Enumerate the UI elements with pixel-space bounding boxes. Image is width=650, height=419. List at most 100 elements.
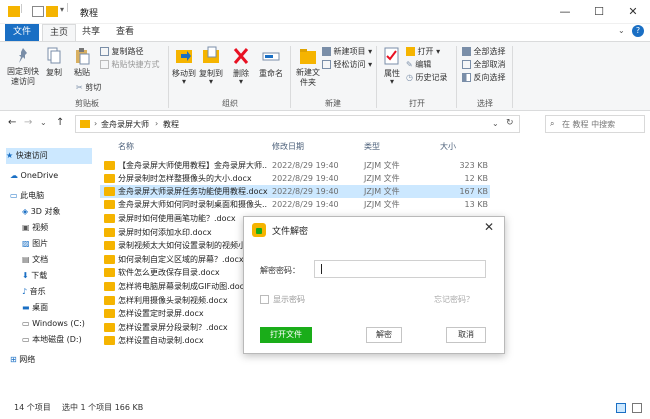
file-type: JZJM 文件	[364, 187, 400, 196]
file-row[interactable]: 【金舟录屏大师使用教程】金舟录屏大师... 2022/8/29 19:40 JZ…	[100, 159, 490, 172]
delete-button[interactable]: 删除 ▾	[230, 46, 252, 86]
large-icons-view-icon[interactable]	[632, 403, 642, 413]
search-input[interactable]: 在 教程 中搜索	[562, 119, 615, 130]
nav-item-quick-access[interactable]: ★ 快速访问	[6, 148, 92, 164]
divider	[168, 46, 169, 108]
nav-item-music[interactable]: ♪ 音乐	[22, 284, 46, 300]
title-bar: | ▾ | 教程 — ☐ ✕	[0, 0, 650, 24]
help-icon[interactable]: ?	[632, 25, 644, 37]
nav-item-network[interactable]: ⊞ 网络	[10, 352, 35, 368]
file-row-selected[interactable]: 金舟录屏大师录屏任务功能使用教程.docx 2022/8/29 19:40 JZ…	[100, 185, 490, 198]
invert-selection-button[interactable]: 反向选择	[462, 72, 506, 83]
show-password-checkbox[interactable]	[260, 295, 269, 304]
breadcrumb-item[interactable]: 教程	[163, 119, 179, 130]
nav-item-downloads[interactable]: ⬇ 下载	[22, 268, 47, 284]
nav-item-desktop[interactable]: ▬ 桌面	[22, 300, 48, 316]
search-box[interactable]: ⌕ 在 教程 中搜索	[545, 115, 645, 133]
new-folder-button[interactable]: 新建文件夹	[293, 46, 323, 88]
decrypt-button[interactable]: 解密	[366, 327, 402, 343]
chevron-down-icon: ▾	[181, 77, 186, 86]
open-file-button[interactable]: 打开文件	[260, 327, 312, 343]
file-row[interactable]: 金舟录屏大师如何同时录制桌面和摄像头... 2022/8/29 19:40 JZ…	[100, 198, 490, 211]
copy-path-label: 复制路径	[111, 47, 144, 56]
address-bar[interactable]: › 金舟录屏大师 › 教程 ⌄ ↻	[75, 115, 520, 133]
nav-item-documents[interactable]: ▤ 文档	[22, 252, 48, 268]
refresh-icon[interactable]: ↻	[506, 118, 514, 128]
nav-item-this-pc[interactable]: ▭ 此电脑	[10, 188, 44, 204]
select-none-button[interactable]: 全部取消	[462, 59, 506, 70]
cut-label: 剪切	[85, 83, 102, 92]
cancel-button[interactable]: 取消	[446, 327, 486, 343]
new-item-button[interactable]: 新建项目 ▾	[322, 46, 372, 57]
show-password-label: 显示密码	[273, 295, 305, 304]
tab-home[interactable]: 主页	[42, 24, 76, 41]
chevron-down-icon: ▾	[389, 77, 394, 86]
copy-button[interactable]: 复制	[42, 47, 66, 78]
properties-icon[interactable]	[32, 6, 44, 17]
tab-view[interactable]: 查看	[108, 24, 142, 41]
pin-button[interactable]: 固定到快速访问	[6, 47, 40, 87]
copy-to-button[interactable]: 复制到 ▾	[198, 46, 224, 86]
open-group-label: 打开	[409, 99, 425, 108]
nav-item-onedrive[interactable]: ☁ OneDrive	[10, 168, 58, 184]
new-folder-icon[interactable]	[46, 6, 58, 17]
up-button[interactable]: ↑	[56, 117, 64, 128]
pin-icon	[19, 48, 27, 63]
cut-button[interactable]: ✂ 剪切	[76, 82, 101, 93]
quick-access-dropdown-icon[interactable]: ▾	[60, 5, 64, 14]
forgot-password-link[interactable]: 忘记密码？	[434, 294, 474, 305]
nav-item-drive-d[interactable]: ▭ 本地磁盘 (D:)	[22, 332, 82, 348]
nav-label: OneDrive	[20, 171, 59, 180]
folder-icon	[8, 6, 20, 17]
column-header-date[interactable]: 修改日期	[272, 141, 304, 152]
password-field[interactable]	[314, 260, 486, 278]
chevron-down-icon[interactable]: ⌄	[492, 119, 499, 128]
select-all-label: 全部选择	[473, 47, 506, 56]
rename-button[interactable]: 重命名	[256, 46, 286, 79]
easy-access-button[interactable]: 轻松访问 ▾	[322, 59, 372, 70]
paste-shortcut-button[interactable]: 粘贴快捷方式	[100, 59, 160, 70]
maximize-button[interactable]: ☐	[582, 0, 616, 24]
move-to-button[interactable]: 移动到 ▾	[172, 46, 196, 86]
file-row[interactable]: 分屏录制时怎样整摄像头的大小.docx 2022/8/29 19:40 JZJM…	[100, 172, 490, 185]
history-icon: ◷	[406, 73, 413, 82]
chevron-down-icon: ▾	[368, 60, 373, 69]
copy-path-button[interactable]: 复制路径	[100, 46, 144, 57]
history-button[interactable]: ◷ 历史记录	[406, 72, 448, 83]
file-date: 2022/8/29 19:40	[272, 161, 339, 170]
details-view-icon[interactable]	[616, 403, 626, 413]
paste-button[interactable]: 粘贴	[70, 47, 94, 78]
column-header-name[interactable]: 名称	[118, 141, 134, 152]
minimize-button[interactable]: —	[548, 0, 582, 24]
forward-button[interactable]: →	[24, 117, 32, 128]
paste-shortcut-label: 粘贴快捷方式	[111, 60, 160, 69]
tab-share[interactable]: 共享	[76, 24, 106, 41]
file-type: JZJM 文件	[364, 161, 400, 170]
edit-button[interactable]: ✎ 编辑	[406, 59, 431, 70]
nav-item-videos[interactable]: ▣ 视频	[22, 220, 48, 236]
file-size: 13 KB	[464, 200, 488, 209]
breadcrumb-item[interactable]: 金舟录屏大师	[101, 119, 149, 130]
select-all-button[interactable]: 全部选择	[462, 46, 506, 57]
folder-icon	[80, 120, 90, 128]
recent-locations-button[interactable]: ⌄	[40, 118, 47, 127]
expand-ribbon-icon[interactable]: ⌄	[618, 26, 625, 35]
column-header-size[interactable]: 大小	[440, 141, 456, 152]
back-button[interactable]: ←	[8, 117, 16, 128]
nav-item-drive-c[interactable]: ▭ Windows (C:)	[22, 316, 85, 332]
app-logo-icon	[252, 223, 266, 237]
nav-label: 文档	[32, 255, 49, 264]
file-type: JZJM 文件	[364, 174, 400, 183]
divider	[456, 46, 457, 108]
close-button[interactable]: ✕	[616, 0, 650, 24]
open-button[interactable]: 打开 ▾	[406, 46, 440, 57]
nav-item-pictures[interactable]: ▨ 图片	[22, 236, 48, 252]
dialog-close-button[interactable]: ✕	[484, 220, 494, 234]
nav-item-3d-objects[interactable]: ◈ 3D 对象	[22, 204, 61, 220]
file-size: 167 KB	[459, 187, 488, 196]
drive-icon: ▭	[22, 335, 30, 344]
tab-file[interactable]: 文件	[5, 24, 39, 41]
dialog-title: 文件解密	[272, 227, 309, 237]
properties-button[interactable]: 属性 ▾	[380, 46, 404, 86]
column-header-type[interactable]: 类型	[364, 141, 380, 152]
